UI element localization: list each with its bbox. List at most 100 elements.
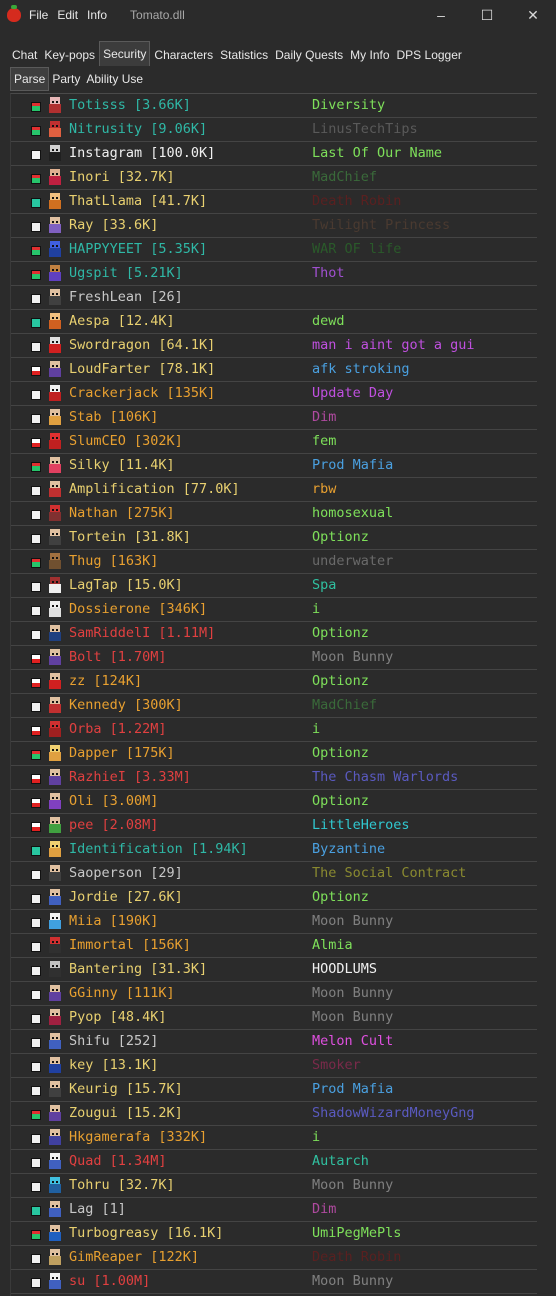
player-row[interactable]: Thug [163K] underwater [11, 550, 537, 574]
player-row[interactable]: HAPPYYEET [5.35K] WAR OF life [11, 238, 537, 262]
player-avatar-icon [47, 1152, 63, 1170]
player-row[interactable]: Hkgamerafa [332K] i [11, 1126, 537, 1150]
tab-characters[interactable]: Characters [151, 44, 216, 66]
player-guild: Diversity [312, 97, 386, 113]
player-row[interactable]: ThatLlama [41.7K] Death Robin [11, 190, 537, 214]
player-row[interactable]: Zougui [15.2K] ShadowWizardMoneyGng [11, 1102, 537, 1126]
player-row[interactable]: Totisss [3.66K] Diversity [11, 94, 537, 118]
player-name: su [1.00M] [69, 1273, 151, 1289]
player-guild: Moon Bunny [312, 649, 394, 665]
status-flag-icon [31, 1062, 41, 1072]
player-row[interactable]: Dapper [175K] Optionz [11, 742, 537, 766]
player-row[interactable]: SamRiddelI [1.11M] Optionz [11, 622, 537, 646]
menu-info[interactable]: Info [87, 8, 107, 22]
player-row[interactable]: Turbogreasy [16.1K] UmiPegMePls [11, 1222, 537, 1246]
player-row[interactable]: Ugspit [5.21K] Thot [11, 262, 537, 286]
parse-player-list[interactable]: Totisss [3.66K] Diversity Nitrusity [9.06K… [10, 93, 537, 1296]
player-name: Nitrusity [9.06K] [69, 121, 208, 137]
player-row[interactable]: Immortal [156K] Almia [11, 934, 537, 958]
player-row[interactable]: zz [124K] Optionz [11, 670, 537, 694]
player-row[interactable]: Crackerjack [135K] Update Day [11, 382, 537, 406]
player-avatar-icon [47, 456, 63, 474]
player-name: GimReaper [122K] [69, 1249, 200, 1265]
player-row[interactable]: LoudFarter [78.1K] afk stroking [11, 358, 537, 382]
player-row[interactable]: su [1.00M] Moon Bunny [11, 1270, 537, 1294]
player-row[interactable]: Identification [1.94K] Byzantine [11, 838, 537, 862]
player-row[interactable]: Instagram [100.0K] Last Of Our Name [11, 142, 537, 166]
player-row[interactable]: Kennedy [300K] MadChief [11, 694, 537, 718]
player-avatar-icon [47, 744, 63, 762]
player-row[interactable]: Bolt [1.70M] Moon Bunny [11, 646, 537, 670]
tab-key-pops[interactable]: Key-pops [41, 44, 98, 66]
status-flag-icon [31, 558, 41, 568]
player-guild: Spa [312, 577, 337, 593]
player-row[interactable]: Orba [1.22M] i [11, 718, 537, 742]
player-row[interactable]: Quad [1.34M] Autarch [11, 1150, 537, 1174]
close-button[interactable]: ✕ [510, 0, 556, 30]
player-row[interactable]: Shifu [252] Melon Cult [11, 1030, 537, 1054]
player-row[interactable]: Ray [33.6K] Twilight Princess [11, 214, 537, 238]
player-guild: Optionz [312, 625, 369, 641]
player-avatar-icon [47, 144, 63, 162]
status-flag-icon [31, 1134, 41, 1144]
player-row[interactable]: Silky [11.4K] Prod Mafia [11, 454, 537, 478]
player-row[interactable]: LagTap [15.0K] Spa [11, 574, 537, 598]
player-avatar-icon [47, 600, 63, 618]
tab-dps-logger[interactable]: DPS Logger [394, 44, 465, 66]
player-name: Tohru [32.7K] [69, 1177, 175, 1193]
player-row[interactable]: Oli [3.00M] Optionz [11, 790, 537, 814]
subtab-parse[interactable]: Parse [10, 67, 50, 91]
player-row[interactable]: Inori [32.7K] MadChief [11, 166, 537, 190]
player-row[interactable]: GGinny [111K] Moon Bunny [11, 982, 537, 1006]
player-row[interactable]: Miia [190K] Moon Bunny [11, 910, 537, 934]
player-row[interactable]: Pyop [48.4K] Moon Bunny [11, 1006, 537, 1030]
minimize-button[interactable]: – [418, 0, 464, 30]
player-row[interactable]: Saoperson [29] The Social Contract [11, 862, 537, 886]
player-row[interactable]: Nitrusity [9.06K] LinusTechTips [11, 118, 537, 142]
player-name: Dapper [175K] [69, 745, 175, 761]
player-name: Tortein [31.8K] [69, 529, 191, 545]
menu-edit[interactable]: Edit [57, 8, 78, 22]
tab-my-info[interactable]: My Info [347, 44, 392, 66]
player-row[interactable]: Swordragon [64.1K] man i aint got a gui [11, 334, 537, 358]
player-name: zz [124K] [69, 673, 143, 689]
player-row[interactable]: GimReaper [122K] Death Robin [11, 1246, 537, 1270]
tab-chat[interactable]: Chat [9, 44, 40, 66]
player-row[interactable]: Amplification [77.0K] rbw [11, 478, 537, 502]
player-avatar-icon [47, 480, 63, 498]
menu-file[interactable]: File [29, 8, 48, 22]
player-row[interactable]: Lag [1] Dim [11, 1198, 537, 1222]
player-name: Identification [1.94K] [69, 841, 248, 857]
player-row[interactable]: pee [2.08M] LittleHeroes [11, 814, 537, 838]
player-row[interactable]: FreshLean [26] [11, 286, 537, 310]
player-row[interactable]: Keurig [15.7K] Prod Mafia [11, 1078, 537, 1102]
subtab-party[interactable]: Party [49, 68, 83, 90]
player-avatar-icon [47, 240, 63, 258]
status-flag-icon [31, 630, 41, 640]
player-name: Bantering [31.3K] [69, 961, 208, 977]
player-guild: MadChief [312, 697, 378, 713]
player-row[interactable]: Tohru [32.7K] Moon Bunny [11, 1174, 537, 1198]
player-row[interactable]: Dossierone [346K] i [11, 598, 537, 622]
player-name: Jordie [27.6K] [69, 889, 183, 905]
player-row[interactable]: Tortein [31.8K] Optionz [11, 526, 537, 550]
player-name: Miia [190K] [69, 913, 159, 929]
player-name: FreshLean [26] [69, 289, 183, 305]
player-guild: Moon Bunny [312, 985, 394, 1001]
player-row[interactable]: Nathan [275K] homosexual [11, 502, 537, 526]
tab-daily-quests[interactable]: Daily Quests [272, 44, 346, 66]
player-row[interactable]: Bantering [31.3K] HOODLUMS [11, 958, 537, 982]
player-name: GGinny [111K] [69, 985, 175, 1001]
player-row[interactable]: Aespa [12.4K] dewd [11, 310, 537, 334]
maximize-button[interactable]: ☐ [464, 0, 510, 30]
player-guild: Moon Bunny [312, 1009, 394, 1025]
player-row[interactable]: SlumCEO [302K] fem [11, 430, 537, 454]
player-row[interactable]: RazhieI [3.33M] The Chasm Warlords [11, 766, 537, 790]
player-row[interactable]: Jordie [27.6K] Optionz [11, 886, 537, 910]
subtab-ability-use[interactable]: Ability Use [83, 68, 146, 90]
tab-security[interactable]: Security [99, 41, 151, 66]
player-row[interactable]: key [13.1K] Smoker [11, 1054, 537, 1078]
player-guild: man i aint got a gui [312, 337, 475, 353]
player-row[interactable]: Stab [106K] Dim [11, 406, 537, 430]
tab-statistics[interactable]: Statistics [217, 44, 271, 66]
